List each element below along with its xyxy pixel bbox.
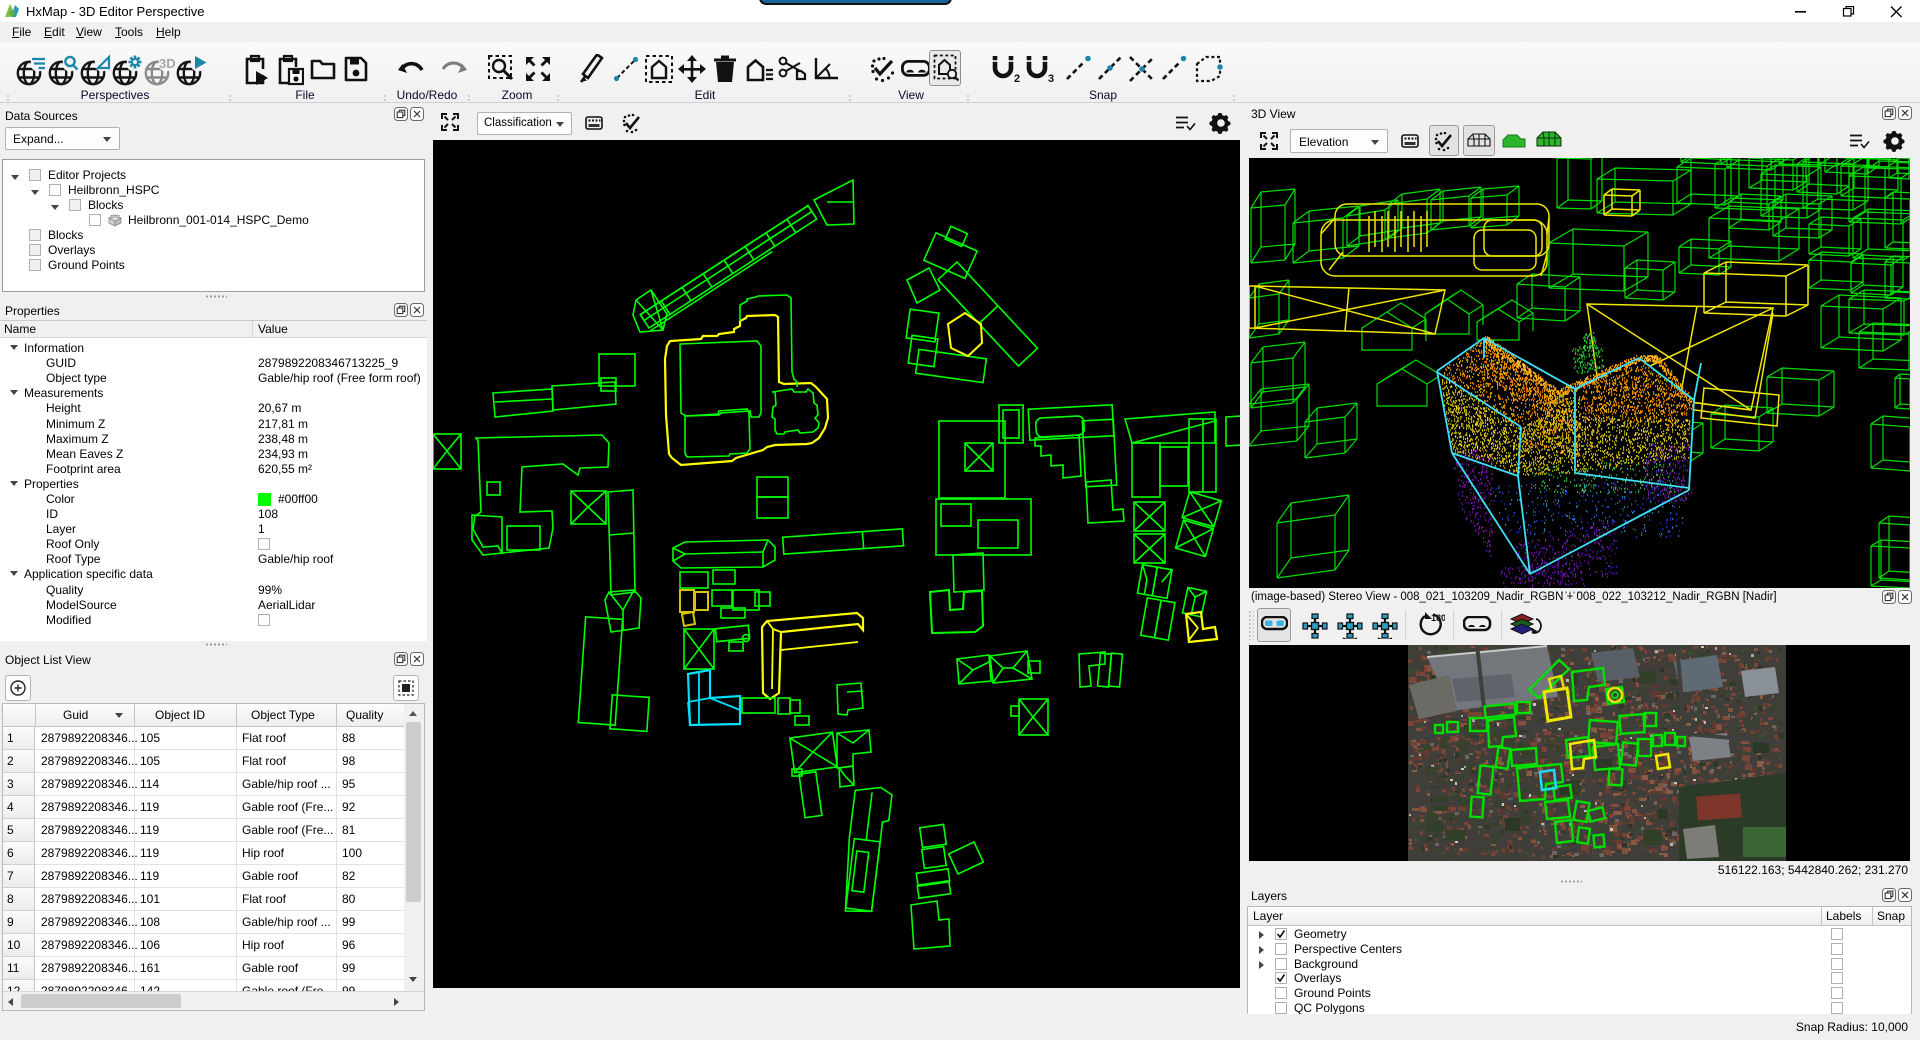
- svg-text:2: 2: [1014, 73, 1020, 85]
- svg-text:180: 180: [1431, 613, 1445, 623]
- svg-text:3: 3: [1048, 73, 1054, 85]
